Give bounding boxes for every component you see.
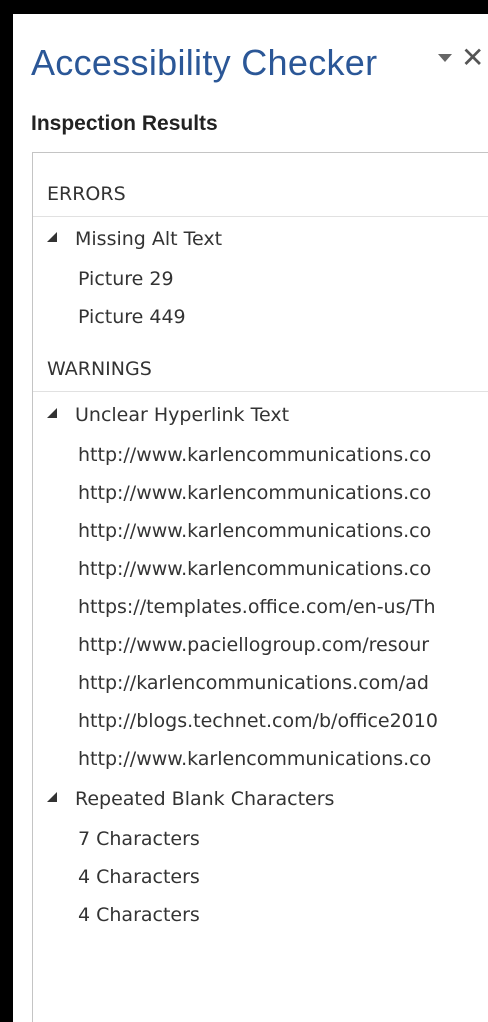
issue-item[interactable]: 4 Characters [78,866,200,888]
issue-item[interactable]: Picture 29 [78,268,174,290]
errors-category-label: ERRORS [47,183,126,205]
issue-group-unclear-hyperlink-text[interactable]: Unclear Hyperlink Text [47,404,289,432]
inspection-results-heading: Inspection Results [31,112,218,135]
caret-down-icon[interactable] [438,54,452,62]
warnings-divider [33,391,488,392]
issue-item[interactable]: http://blogs.technet.com/b/office2010 [78,710,438,732]
issue-item[interactable]: 7 Characters [78,828,200,850]
close-icon[interactable]: ✕ [461,44,484,72]
issue-item[interactable]: Picture 449 [78,306,186,328]
issue-item[interactable]: http://karlencommunications.com/ad [78,672,429,694]
issue-item[interactable]: http://www.karlencommunications.co [78,748,431,770]
issue-group-label: Missing Alt Text [75,228,223,250]
issue-group-missing-alt-text[interactable]: Missing Alt Text [47,228,222,256]
accessibility-checker-pane: Accessibility Checker ✕ Inspection Resul… [13,14,488,1022]
issue-item[interactable]: http://www.karlencommunications.co [78,520,431,542]
issue-item[interactable]: https://templates.office.com/en-us/Th [78,596,436,618]
inspection-results-list[interactable]: ERRORS Missing Alt Text Picture 29 Pictu… [32,152,488,1022]
errors-divider [33,216,488,217]
expanded-triangle-icon[interactable] [47,792,57,802]
expanded-triangle-icon[interactable] [47,408,57,418]
issue-group-repeated-blank-characters[interactable]: Repeated Blank Characters [47,788,334,816]
issue-group-label: Repeated Blank Characters [75,788,335,810]
issue-item[interactable]: http://www.paciellogroup.com/resour [78,634,429,656]
pane-title: Accessibility Checker [31,42,378,83]
expanded-triangle-icon[interactable] [47,232,57,242]
issue-group-label: Unclear Hyperlink Text [75,404,290,426]
warnings-category-label: WARNINGS [47,358,152,380]
issue-item[interactable]: http://www.karlencommunications.co [78,482,431,504]
issue-item[interactable]: http://www.karlencommunications.co [78,444,431,466]
issue-item[interactable]: 4 Characters [78,904,200,926]
issue-item[interactable]: http://www.karlencommunications.co [78,558,431,580]
window-frame: Accessibility Checker ✕ Inspection Resul… [0,0,488,1022]
